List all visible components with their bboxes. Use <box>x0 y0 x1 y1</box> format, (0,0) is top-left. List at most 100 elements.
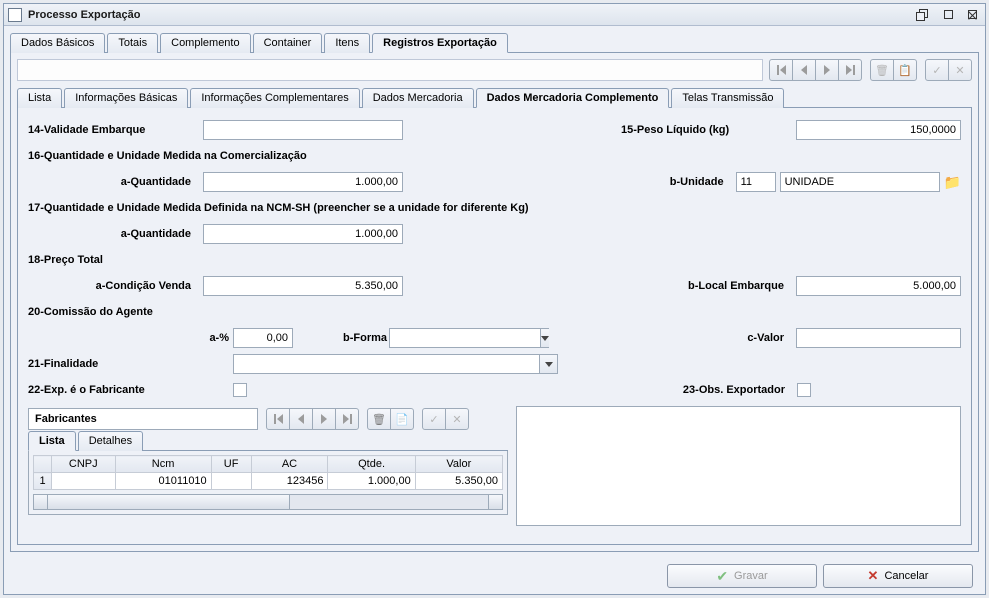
main-tab-0[interactable]: Dados Básicos <box>10 33 105 53</box>
input-20a[interactable] <box>233 328 293 348</box>
value-17a: 1.000,00 <box>203 224 403 244</box>
detail-tab-1[interactable]: Informações Básicas <box>64 88 188 108</box>
gravar-button[interactable]: ✔ Gravar <box>667 564 817 588</box>
label-18: 18-Preço Total <box>28 254 103 266</box>
label-18a: a-Condição Venda <box>28 280 203 292</box>
combo-20b-button[interactable] <box>540 329 549 347</box>
value-16b-desc: UNIDADE <box>780 172 940 192</box>
label-16a: a-Quantidade <box>28 176 203 188</box>
label-18b: b-Local Embarque <box>621 280 796 292</box>
value-20c <box>796 328 961 348</box>
scroll-thumb[interactable] <box>48 495 290 509</box>
detail-tab-0[interactable]: Lista <box>17 88 62 108</box>
label-22: 22-Exp. é o Fabricante <box>28 384 233 396</box>
input-validade-embarque[interactable] <box>203 120 403 140</box>
window-icon <box>8 8 22 22</box>
last-record-button[interactable] <box>838 59 862 81</box>
label-17a: a-Quantidade <box>28 228 203 240</box>
detail-tab-3[interactable]: Dados Mercadoria <box>362 88 474 108</box>
fab-scrollbar[interactable] <box>33 494 503 510</box>
detail-tab-4[interactable]: Dados Mercadoria Complemento <box>476 88 670 108</box>
value-16a: 1.000,00 <box>203 172 403 192</box>
scroll-left-arrow[interactable] <box>34 495 48 509</box>
label-16: 16-Quantidade e Unidade Medida na Comerc… <box>28 150 307 162</box>
fab-new-button[interactable]: 📄 <box>390 408 414 430</box>
next-record-button[interactable] <box>815 59 839 81</box>
window-processo-exportacao: Processo Exportação Dados BásicosTotaisC… <box>3 3 986 595</box>
table-row[interactable]: 1010110101234561.000,005.350,00 <box>34 473 503 490</box>
main-tab-3[interactable]: Container <box>253 33 323 53</box>
fabricantes-title: Fabricantes <box>28 408 258 430</box>
fab-confirm-button[interactable]: ✓ <box>422 408 446 430</box>
combo-21[interactable] <box>233 354 558 374</box>
label-16b: b-Unidade <box>561 176 736 188</box>
nav-button-group <box>769 59 862 81</box>
value-16b-code: 11 <box>736 172 776 192</box>
fab-edit-group: 🗑 📄 <box>367 408 414 430</box>
value-18a: 5.350,00 <box>203 276 403 296</box>
fab-col-header[interactable]: AC <box>251 456 328 473</box>
prev-record-button[interactable] <box>792 59 816 81</box>
window-title: Processo Exportação <box>28 9 915 21</box>
detail-tab-5[interactable]: Telas Transmissão <box>671 88 784 108</box>
fab-col-header[interactable]: UF <box>211 456 251 473</box>
cancel-button[interactable]: ✕ <box>948 59 972 81</box>
cancelar-button[interactable]: ✕ Cancelar <box>823 564 973 588</box>
label-23: 23-Obs. Exportador <box>622 384 797 396</box>
combo-20b[interactable] <box>389 328 549 348</box>
checkbox-22[interactable] <box>233 383 247 397</box>
detail-tab-2[interactable]: Informações Complementares <box>190 88 359 108</box>
label-validade-embarque: 14-Validade Embarque <box>28 124 203 136</box>
fab-nav-group <box>266 408 359 430</box>
x-icon: ✕ <box>868 568 879 584</box>
fab-confirm-group: ✓ ✕ <box>422 408 469 430</box>
label-20: 20-Comissão do Agente <box>28 306 153 318</box>
titlebar: Processo Exportação <box>4 4 985 26</box>
first-record-button[interactable] <box>769 59 793 81</box>
fab-tab-1[interactable]: Detalhes <box>78 431 143 451</box>
checkbox-23[interactable] <box>797 383 811 397</box>
value-18b: 5.000,00 <box>796 276 961 296</box>
label-20a: a-% <box>28 332 233 344</box>
check-icon: ✔ <box>716 568 728 585</box>
fab-delete-button[interactable]: 🗑 <box>367 408 391 430</box>
combo-21-button[interactable] <box>539 355 557 373</box>
fab-first-button[interactable] <box>266 408 290 430</box>
fab-panel: CNPJNcmUFACQtde.Valor 1010110101234561.0… <box>28 451 508 515</box>
confirm-button-group: ✓ ✕ <box>925 59 972 81</box>
fab-tab-0[interactable]: Lista <box>28 431 76 451</box>
restore-window-button[interactable] <box>915 7 933 23</box>
maximize-window-button[interactable] <box>939 7 957 23</box>
label-peso-liquido: 15-Peso Líquido (kg) <box>621 124 796 136</box>
fab-col-header[interactable]: Valor <box>415 456 502 473</box>
lookup-unidade-icon[interactable]: 📁 <box>944 174 961 191</box>
record-display <box>17 59 763 81</box>
fab-col-header[interactable]: Ncm <box>115 456 211 473</box>
label-20b: b-Forma <box>343 332 389 344</box>
delete-record-button[interactable]: 🗑 <box>870 59 894 81</box>
main-tab-2[interactable]: Complemento <box>160 33 250 53</box>
fab-col-header[interactable]: Qtde. <box>328 456 415 473</box>
main-tab-1[interactable]: Totais <box>107 33 158 53</box>
fab-col-header[interactable]: CNPJ <box>52 456 116 473</box>
combo-21-text[interactable] <box>234 355 539 373</box>
edit-button-group: 🗑 📋 <box>870 59 917 81</box>
fab-last-button[interactable] <box>335 408 359 430</box>
combo-20b-text[interactable] <box>390 329 540 347</box>
close-window-button[interactable] <box>963 7 981 23</box>
record-toolbar: 🗑 📋 ✓ ✕ <box>17 59 972 81</box>
copy-record-button[interactable]: 📋 <box>893 59 917 81</box>
main-tab-5[interactable]: Registros Exportação <box>372 33 508 53</box>
label-21: 21-Finalidade <box>28 358 233 370</box>
obs-exportador-textarea[interactable] <box>516 406 961 526</box>
value-peso-liquido: 150,0000 <box>796 120 961 140</box>
fab-tabstrip: ListaDetalhes <box>28 430 508 451</box>
fab-prev-button[interactable] <box>289 408 313 430</box>
fab-next-button[interactable] <box>312 408 336 430</box>
main-tab-4[interactable]: Itens <box>324 33 370 53</box>
label-17: 17-Quantidade e Unidade Medida Definida … <box>28 202 529 214</box>
fab-cancel-button[interactable]: ✕ <box>445 408 469 430</box>
fab-table: CNPJNcmUFACQtde.Valor 1010110101234561.0… <box>33 455 503 490</box>
confirm-button[interactable]: ✓ <box>925 59 949 81</box>
scroll-right-arrow[interactable] <box>488 495 502 509</box>
